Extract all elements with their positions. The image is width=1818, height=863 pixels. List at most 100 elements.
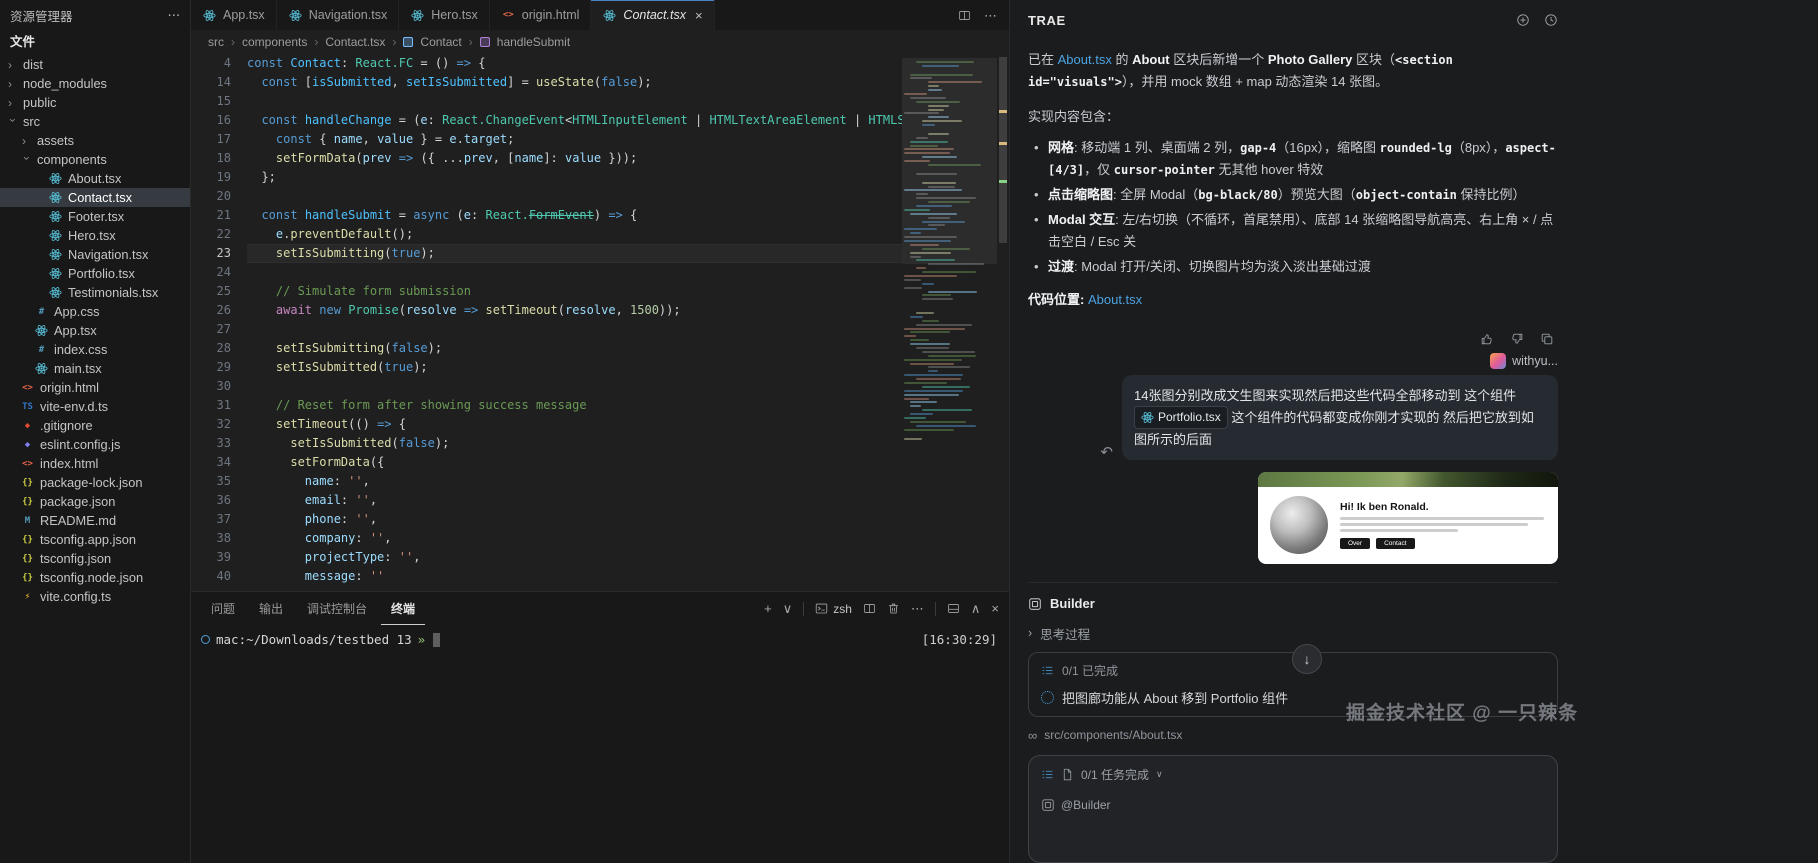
code-line[interactable]: [247, 92, 902, 111]
current-file-reference[interactable]: ∞ src/components/About.tsx: [1028, 728, 1558, 742]
task-item[interactable]: 把图廊功能从 About 移到 Portfolio 组件: [1041, 688, 1545, 707]
editor-tab[interactable]: Contact.tsx×: [591, 0, 714, 30]
tree-item[interactable]: ›dist: [0, 55, 190, 74]
code-line[interactable]: [247, 187, 902, 206]
tree-item[interactable]: Footer.tsx: [0, 207, 190, 226]
code-line[interactable]: const handleChange = (e: React.ChangeEve…: [247, 111, 902, 130]
scrollbar-thumb[interactable]: [999, 57, 1007, 243]
panel-tab[interactable]: 输出: [249, 592, 293, 625]
file-link[interactable]: About.tsx: [1058, 52, 1112, 67]
breadcrumb-item[interactable]: Contact: [420, 35, 461, 49]
code-line[interactable]: setTimeout(() => {: [247, 415, 902, 434]
thinking-toggle[interactable]: › 思考过程: [1028, 624, 1558, 643]
terminal-content[interactable]: mac:~/Downloads/testbed 13» [16:30:29]: [191, 625, 1009, 863]
tree-item[interactable]: <>index.html: [0, 454, 190, 473]
code-line[interactable]: phone: '',: [247, 510, 902, 529]
tree-item[interactable]: App.tsx: [0, 321, 190, 340]
close-icon[interactable]: ×: [991, 602, 999, 615]
tree-item[interactable]: ◆eslint.config.js: [0, 435, 190, 454]
code-line[interactable]: setFormData({: [247, 453, 902, 472]
code-line[interactable]: [247, 320, 902, 339]
code-line[interactable]: // Reset form after showing success mess…: [247, 396, 902, 415]
trash-icon[interactable]: [887, 602, 900, 615]
code-line[interactable]: await new Promise(resolve => setTimeout(…: [247, 301, 902, 320]
tree-item[interactable]: {}tsconfig.app.json: [0, 530, 190, 549]
code-line[interactable]: [247, 377, 902, 396]
undo-icon[interactable]: ↶: [1100, 445, 1113, 460]
breadcrumb-item[interactable]: components: [242, 35, 307, 49]
code-line[interactable]: setFormData(prev => ({ ...prev, [name]: …: [247, 149, 902, 168]
breadcrumb-item[interactable]: src: [208, 35, 224, 49]
tree-item[interactable]: ›assets: [0, 131, 190, 150]
panel-tab[interactable]: 终端: [381, 592, 425, 625]
tree-item[interactable]: ⚡vite.config.ts: [0, 587, 190, 606]
tree-item[interactable]: ›components: [0, 150, 190, 169]
workspace-folder-header[interactable]: 文件: [0, 28, 190, 55]
thumbs-up-icon[interactable]: [1480, 332, 1494, 346]
more-icon[interactable]: ⋯: [168, 9, 181, 22]
editor-scrollbar[interactable]: [997, 54, 1009, 591]
code-line[interactable]: name: '',: [247, 472, 902, 491]
builder-mention[interactable]: @Builder: [1041, 798, 1545, 812]
code-line[interactable]: const [isSubmitted, setIsSubmitted] = us…: [247, 73, 902, 92]
tree-item[interactable]: #index.css: [0, 340, 190, 359]
code-line[interactable]: setIsSubmitting(false);: [247, 339, 902, 358]
tree-item[interactable]: Portfolio.tsx: [0, 264, 190, 283]
split-icon[interactable]: [958, 9, 971, 22]
editor-tab[interactable]: Hero.tsx: [399, 0, 490, 30]
code-line[interactable]: setIsSubmitted(true);: [247, 358, 902, 377]
code-editor[interactable]: const Contact: React.FC = () => { const …: [247, 54, 902, 591]
editor-tab[interactable]: <>origin.html: [490, 0, 592, 30]
code-line[interactable]: message: '': [247, 567, 902, 586]
code-line[interactable]: };: [247, 168, 902, 187]
tree-item[interactable]: Hero.tsx: [0, 226, 190, 245]
tree-item[interactable]: ◆.gitignore: [0, 416, 190, 435]
tree-item[interactable]: {}tsconfig.json: [0, 549, 190, 568]
code-line[interactable]: setIsSubmitted(false);: [247, 434, 902, 453]
close-icon[interactable]: ×: [695, 8, 703, 23]
tree-item[interactable]: ›node_modules: [0, 74, 190, 93]
code-line[interactable]: projectType: '',: [247, 548, 902, 567]
tree-item[interactable]: {}tsconfig.node.json: [0, 568, 190, 587]
tree-item[interactable]: <>origin.html: [0, 378, 190, 397]
editor-tab[interactable]: App.tsx: [191, 0, 277, 30]
tree-item[interactable]: Contact.tsx: [0, 188, 190, 207]
code-line[interactable]: setIsSubmitting(true);: [247, 244, 902, 263]
tree-item[interactable]: #App.css: [0, 302, 190, 321]
more-icon[interactable]: ⋯: [911, 602, 924, 615]
tree-item[interactable]: TSvite-env.d.ts: [0, 397, 190, 416]
split-icon[interactable]: [863, 602, 876, 615]
scroll-to-bottom-button[interactable]: ↓: [1292, 644, 1322, 674]
new-chat-icon[interactable]: [1516, 13, 1530, 27]
file-chip[interactable]: Portfolio.tsx: [1134, 406, 1228, 429]
editor-tab[interactable]: Navigation.tsx: [277, 0, 400, 30]
tree-item[interactable]: Testimonials.tsx: [0, 283, 190, 302]
tree-item[interactable]: main.tsx: [0, 359, 190, 378]
more-icon[interactable]: ⋯: [984, 9, 997, 22]
minimap[interactable]: [902, 54, 997, 591]
breadcrumb-item[interactable]: Contact.tsx: [325, 35, 385, 49]
copy-icon[interactable]: [1540, 332, 1554, 346]
tree-item[interactable]: MREADME.md: [0, 511, 190, 530]
code-line[interactable]: [247, 263, 902, 282]
breadcrumb-item[interactable]: handleSubmit: [497, 35, 570, 49]
tree-item[interactable]: ›src: [0, 112, 190, 131]
code-location-link[interactable]: About.tsx: [1088, 292, 1142, 307]
tree-item[interactable]: About.tsx: [0, 169, 190, 188]
terminal-profile[interactable]: zsh: [815, 602, 852, 616]
thumbs-down-icon[interactable]: [1510, 332, 1524, 346]
input-task-status-row[interactable]: 0/1 任务完成 ∨: [1041, 766, 1545, 783]
code-line[interactable]: e.preventDefault();: [247, 225, 902, 244]
code-line[interactable]: const Contact: React.FC = () => {: [247, 54, 902, 73]
plus-icon[interactable]: +: [764, 602, 772, 615]
panel-icon[interactable]: [947, 602, 960, 615]
code-line[interactable]: const handleSubmit = async (e: React.For…: [247, 206, 902, 225]
minimap-slider[interactable]: [902, 58, 997, 264]
chevron-down-icon[interactable]: ∨: [783, 602, 793, 615]
code-line[interactable]: // Simulate form submission: [247, 282, 902, 301]
code-line[interactable]: email: '',: [247, 491, 902, 510]
history-icon[interactable]: [1544, 13, 1558, 27]
panel-tab[interactable]: 调试控制台: [297, 592, 377, 625]
tree-item[interactable]: Navigation.tsx: [0, 245, 190, 264]
tree-item[interactable]: ›public: [0, 93, 190, 112]
